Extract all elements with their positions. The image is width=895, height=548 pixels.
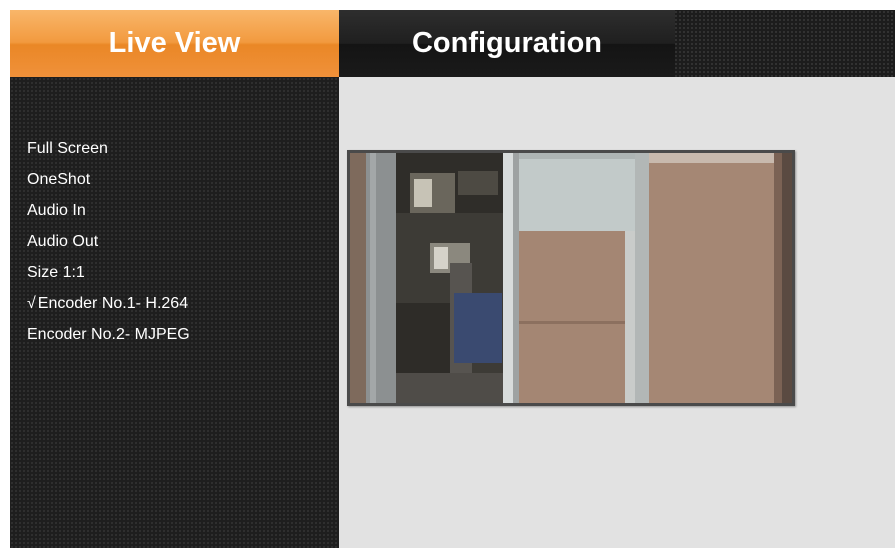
camera-video-stream[interactable] (347, 150, 795, 406)
menu-item-label: Encoder No.1- H.264 (37, 295, 189, 312)
camera-web-app: Live View Configuration Full Screen OneS… (10, 10, 895, 548)
menu-item-size-1-1[interactable]: Size 1:1 (27, 262, 190, 293)
top-tab-bar: Live View Configuration (10, 10, 895, 77)
menu-item-encoder-1[interactable]: √ Encoder No.1- H.264 (27, 293, 190, 324)
menu-item-full-screen[interactable]: Full Screen (27, 138, 190, 169)
menu-item-audio-in[interactable]: Audio In (27, 200, 190, 231)
sidebar: Full Screen OneShot Audio In Audio Out S… (10, 77, 339, 548)
checkmark-icon: √ (27, 295, 36, 312)
menu-item-oneshot[interactable]: OneShot (27, 169, 190, 200)
live-view-area (339, 77, 895, 548)
menu-item-encoder-2[interactable]: Encoder No.2- MJPEG (27, 324, 190, 355)
tab-live-view[interactable]: Live View (10, 10, 339, 77)
tab-configuration[interactable]: Configuration (339, 10, 675, 77)
menu-item-audio-out[interactable]: Audio Out (27, 231, 190, 262)
video-frame-image (350, 153, 792, 403)
live-view-menu: Full Screen OneShot Audio In Audio Out S… (27, 138, 190, 355)
